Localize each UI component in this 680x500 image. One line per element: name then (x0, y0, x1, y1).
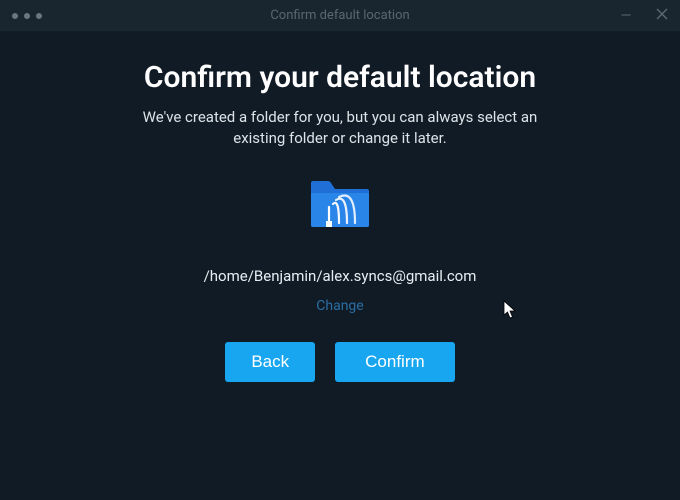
traffic-dot[interactable] (24, 13, 30, 19)
page-title: Confirm your default location (60, 60, 620, 95)
dialog-content: Confirm your default location We've crea… (0, 32, 680, 382)
traffic-dot[interactable] (12, 13, 18, 19)
window-controls: — (616, 8, 672, 24)
button-row: Back Confirm (60, 342, 620, 382)
minimize-icon[interactable]: — (616, 8, 636, 24)
titlebar: Confirm default location — (0, 0, 680, 32)
traffic-lights (0, 13, 42, 19)
change-link[interactable]: Change (316, 298, 363, 314)
default-path: /home/Benjamin/alex.syncs@gmail.com (60, 267, 620, 285)
close-icon[interactable] (652, 8, 672, 24)
page-subtext: We've created a folder for you, but you … (120, 107, 560, 149)
back-button[interactable]: Back (225, 342, 315, 382)
folder-icon (60, 179, 620, 229)
window-title: Confirm default location (270, 8, 409, 23)
traffic-dot[interactable] (36, 13, 42, 19)
confirm-button[interactable]: Confirm (335, 342, 455, 382)
